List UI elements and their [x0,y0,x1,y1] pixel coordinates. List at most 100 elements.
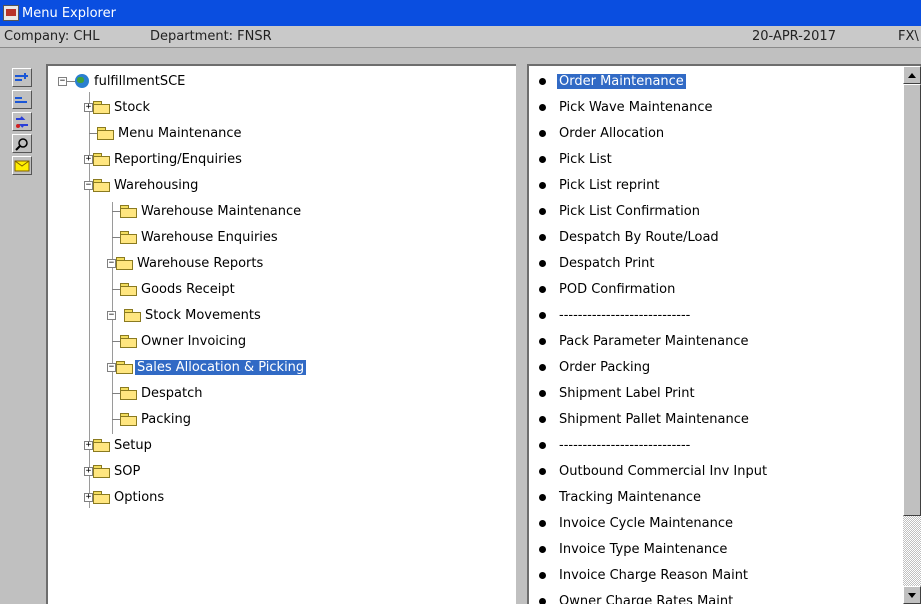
tree-node-owner-invoicing[interactable]: Owner Invoicing [112,330,248,352]
list-item-label: Invoice Type Maintenance [559,541,728,557]
scrollbar-thumb[interactable] [903,84,921,516]
list-item[interactable]: Pick List reprint [539,174,661,196]
tree-node-warehouse-enquiries[interactable]: Warehouse Enquiries [112,226,280,248]
bullet-icon [539,571,546,579]
folder-icon [116,257,133,270]
scrollbar-track[interactable] [903,516,921,586]
refresh-button[interactable] [12,112,32,131]
app-icon [3,5,19,21]
tree-node-stock[interactable]: + Stock [84,96,152,118]
list-item[interactable]: Shipment Pallet Maintenance [539,408,751,430]
tree-node-reporting-enquiries[interactable]: + Reporting/Enquiries [84,148,244,170]
expand-all-button[interactable] [12,68,32,87]
collapse-all-button[interactable] [12,90,32,109]
list-item[interactable]: Pack Parameter Maintenance [539,330,751,352]
list-item-label: Invoice Charge Reason Maint [559,567,749,583]
mail-button[interactable] [12,156,32,175]
folder-icon [93,179,110,192]
tree-connector [67,80,75,82]
bullet-icon [539,155,546,163]
tree-node-packing[interactable]: Packing [112,408,193,430]
tree-node-options[interactable]: + Options [84,486,166,508]
list-item[interactable]: Pick Wave Maintenance [539,96,715,118]
tree-connector [112,288,120,290]
list-item[interactable]: Despatch Print [539,252,657,274]
expand-toggle-icon[interactable]: + [84,154,93,164]
list-item[interactable]: Despatch By Route/Load [539,226,721,248]
tree-node-label: Reporting/Enquiries [114,151,242,167]
list-item[interactable]: POD Confirmation [539,278,677,300]
mail-icon [14,160,30,171]
list-item[interactable]: Order Maintenance [539,70,687,92]
expand-toggle-icon[interactable]: + [84,492,93,502]
tree-node-label: Warehouse Enquiries [141,229,278,245]
expand-toggle-icon[interactable]: + [84,466,93,476]
collapse-toggle-icon[interactable]: − [107,258,116,268]
folder-icon [120,283,137,296]
tree-node-setup[interactable]: + Setup [84,434,154,456]
tree-node-menu-maintenance[interactable]: Menu Maintenance [89,122,244,144]
list-item[interactable]: Pick List Confirmation [539,200,702,222]
tree-node-warehouse-maintenance[interactable]: Warehouse Maintenance [112,200,303,222]
tree-node-root[interactable]: − fulfillmentSCE [58,70,187,92]
menu-tree-panel[interactable]: − fulfillmentSCE + Stock Menu Maintenanc… [46,64,516,604]
open-folder-icon [116,361,133,374]
list-item[interactable]: Invoice Cycle Maintenance [539,512,735,534]
list-item[interactable]: Outbound Commercial Inv Input [539,460,769,482]
list-item[interactable]: Owner Charge Rates Maint [539,590,735,604]
tree-connector [112,340,120,342]
tree-node-label: Stock Movements [145,307,261,323]
date-label: 20-APR-2017 [752,29,836,44]
bullet-icon [539,363,546,371]
bullet-icon [539,337,546,345]
list-item-label: Shipment Label Print [559,385,695,401]
list-item[interactable]: Invoice Type Maintenance [539,538,729,560]
list-item[interactable]: Order Allocation [539,122,666,144]
list-item-label: Owner Charge Rates Maint [559,593,734,604]
tree-connector [112,418,120,420]
list-item[interactable]: Invoice Charge Reason Maint [539,564,750,586]
bullet-icon [539,467,546,475]
collapse-toggle-icon[interactable]: − [84,180,93,190]
tree-node-goods-receipt[interactable]: Goods Receipt [112,278,237,300]
list-item[interactable]: Tracking Maintenance [539,486,703,508]
list-item-label: Despatch Print [559,255,655,271]
list-item-label: ---------------------------- [559,307,691,323]
expand-toggle-icon[interactable]: + [84,440,93,450]
find-icon [15,137,28,151]
collapse-toggle-icon[interactable]: − [107,310,116,320]
find-button[interactable] [12,134,32,153]
tree-node-sales-allocation-picking[interactable]: − Sales Allocation & Picking [107,356,307,378]
tree-node-label: fulfillmentSCE [94,73,186,89]
vertical-scrollbar[interactable] [903,66,921,604]
folder-icon [120,231,137,244]
tree-node-label: Stock [114,99,150,115]
tree-connector [112,236,120,238]
collapse-toggle-icon[interactable]: − [58,76,67,86]
expand-toggle-icon[interactable]: + [84,102,93,112]
bullet-icon [539,545,546,553]
list-item[interactable]: Shipment Label Print [539,382,697,404]
scroll-up-button[interactable] [903,66,921,84]
tree-node-label: Warehouse Reports [137,255,264,271]
menu-items-panel[interactable]: Order Maintenance Pick Wave Maintenance … [527,64,921,604]
tree-node-despatch[interactable]: Despatch [112,382,204,404]
globe-icon [75,74,89,88]
collapse-toggle-icon[interactable]: − [107,362,116,372]
list-item-label: Outbound Commercial Inv Input [559,463,768,479]
list-item[interactable]: Order Packing [539,356,652,378]
info-extra: FX\ [898,29,919,44]
bullet-icon [539,259,546,267]
tree-node-sop[interactable]: + SOP [84,460,142,482]
list-separator: ---------------------------- [539,304,692,326]
tree-node-warehouse-reports[interactable]: − Warehouse Reports [107,252,265,274]
tree-node-label: Owner Invoicing [141,333,247,349]
folder-icon [120,387,137,400]
tree-node-stock-movements[interactable]: − Stock Movements [107,304,263,326]
folder-icon [124,309,141,322]
tree-node-warehousing[interactable]: − Warehousing [84,174,200,196]
list-item[interactable]: Pick List [539,148,614,170]
tree-node-label: Packing [141,411,192,427]
scroll-down-button[interactable] [903,586,921,604]
arrow-down-icon [908,592,916,598]
